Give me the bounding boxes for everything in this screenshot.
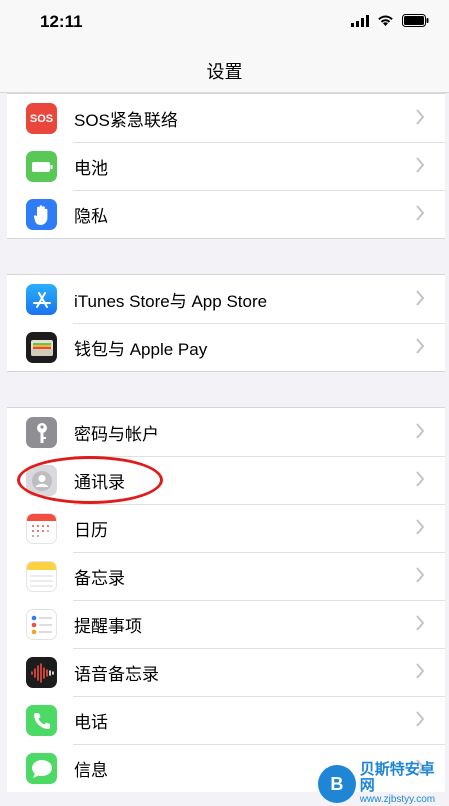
settings-group-1: SOS SOS紧急联络 电池 隐私 xyxy=(7,93,445,239)
battery-icon xyxy=(26,151,57,182)
chevron-right-icon xyxy=(416,157,425,173)
chevron-right-icon xyxy=(416,663,425,679)
row-label: 日历 xyxy=(74,520,108,540)
row-label: 电池 xyxy=(74,158,108,178)
row-divider xyxy=(73,504,445,505)
watermark-title: 贝斯特安卓网 xyxy=(359,761,435,794)
row-label: 提醒事项 xyxy=(74,616,142,636)
navigation-bar: 设置 xyxy=(0,46,449,93)
status-icons xyxy=(351,14,429,27)
chevron-right-icon xyxy=(416,205,425,221)
row-divider xyxy=(73,648,445,649)
chevron-right-icon xyxy=(416,471,425,487)
chevron-right-icon xyxy=(416,615,425,631)
row-divider xyxy=(73,600,445,601)
row-label: 密码与帐户 xyxy=(74,424,159,444)
settings-row-sos[interactable]: SOS SOS紧急联络 xyxy=(7,94,445,142)
settings-row-reminders[interactable]: 提醒事项 xyxy=(7,600,445,648)
watermark-url: www.zjbstyy.com xyxy=(359,794,436,805)
calendar-icon xyxy=(26,513,57,544)
battery-status-icon xyxy=(402,14,429,27)
row-label: iTunes Store与 App Store xyxy=(74,291,268,311)
settings-row-phone[interactable]: 电话 xyxy=(7,696,445,744)
status-time: 12:11 xyxy=(40,12,83,31)
settings-row-passwords[interactable]: 密码与帐户 xyxy=(7,408,445,456)
row-label: 钱包与 Apple Pay xyxy=(74,339,208,359)
settings-group-2: iTunes Store与 App Store 钱包与 Apple Pay xyxy=(7,274,445,372)
cellular-signal-icon xyxy=(351,14,369,27)
row-label: 语音备忘录 xyxy=(74,664,159,684)
chevron-right-icon xyxy=(416,109,425,125)
row-label: 备忘录 xyxy=(74,568,125,588)
wifi-icon xyxy=(378,15,393,26)
voice-memos-icon xyxy=(26,657,57,688)
wallet-icon xyxy=(26,332,57,363)
chevron-right-icon xyxy=(416,290,425,306)
row-label: 电话 xyxy=(74,712,108,732)
row-label: 信息 xyxy=(74,760,108,780)
phone-icon xyxy=(26,705,57,736)
watermark: B 贝斯特安卓网 www.zjbstyy.com xyxy=(318,762,449,806)
watermark-logo-icon: B xyxy=(318,765,356,803)
settings-row-privacy[interactable]: 隐私 xyxy=(7,190,445,238)
settings-row-wallet[interactable]: 钱包与 Apple Pay xyxy=(7,323,445,371)
settings-row-voice-memos[interactable]: 语音备忘录 xyxy=(7,648,445,696)
chevron-right-icon xyxy=(416,711,425,727)
page-title: 设置 xyxy=(206,62,243,82)
settings-row-battery[interactable]: 电池 xyxy=(7,142,445,190)
chevron-right-icon xyxy=(416,338,425,354)
settings-row-app-store[interactable]: iTunes Store与 App Store xyxy=(7,275,445,323)
row-divider xyxy=(73,323,445,324)
status-bar: 12:11 xyxy=(0,0,449,46)
row-label: 隐私 xyxy=(74,206,108,226)
reminders-icon xyxy=(26,609,57,640)
chevron-right-icon xyxy=(416,567,425,583)
notes-icon xyxy=(26,561,57,592)
sos-icon: SOS xyxy=(26,103,57,134)
chevron-right-icon xyxy=(416,519,425,535)
row-divider xyxy=(73,142,445,143)
hand-icon xyxy=(26,199,57,230)
settings-row-notes[interactable]: 备忘录 xyxy=(7,552,445,600)
highlight-ellipse xyxy=(17,456,163,504)
row-divider xyxy=(73,190,445,191)
row-label: SOS紧急联络 xyxy=(74,110,178,130)
row-divider xyxy=(73,696,445,697)
row-divider xyxy=(73,744,445,745)
chevron-right-icon xyxy=(416,423,425,439)
settings-row-calendar[interactable]: 日历 xyxy=(7,504,445,552)
key-icon xyxy=(26,417,57,448)
row-divider xyxy=(73,456,445,457)
messages-icon xyxy=(26,753,57,784)
app-store-icon xyxy=(26,284,57,315)
row-divider xyxy=(73,552,445,553)
